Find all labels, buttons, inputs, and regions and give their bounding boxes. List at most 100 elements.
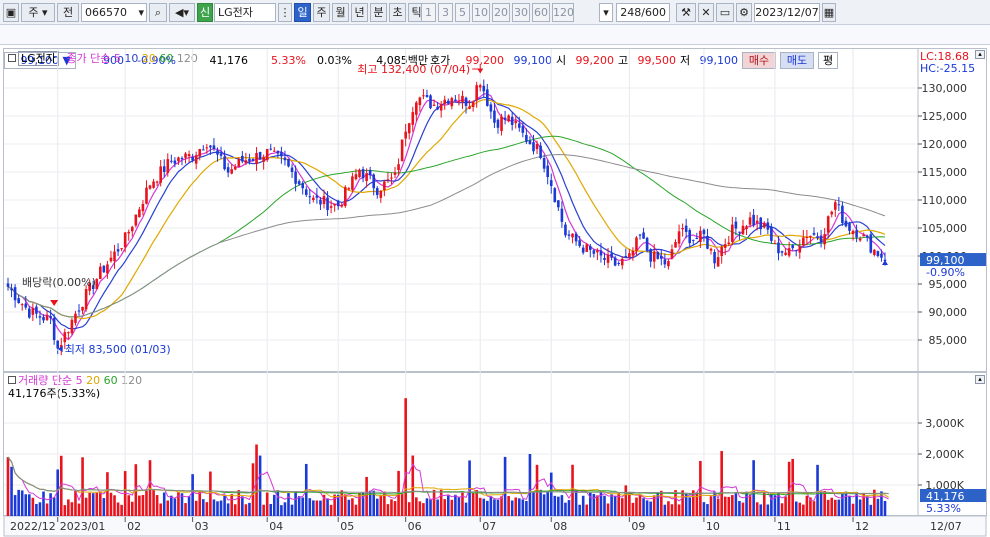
volume-bar [280,505,283,516]
candle-body [251,159,255,161]
candle-body [798,245,802,253]
candle-body [333,203,336,206]
candle-body [873,249,876,255]
volume-bar [592,493,596,516]
axis-labels: 85,00090,00095,000100,000105,000110,0001… [10,82,967,533]
candle-body [464,97,468,106]
volume-bar [354,504,358,516]
candle-body [216,150,219,155]
candle-body [386,179,390,181]
volume-bar [709,496,713,516]
volume-bar [418,501,422,516]
candle-body [258,151,262,160]
candle-body [532,142,535,152]
volume-bar [116,502,120,516]
volume-bar [514,497,518,516]
volume-bar [762,492,766,516]
candle-body [642,232,645,239]
volume-bar [425,498,429,516]
volume-bar [816,464,819,516]
volume-bar [851,503,855,516]
volume-bar [610,494,613,516]
volume-bar [581,495,585,516]
volume-bar [446,495,450,516]
candle-body [691,239,695,241]
volume-bar [162,492,166,516]
price-tick-label: 120,000 [922,138,968,151]
candle-body [535,144,539,150]
candle-body [74,313,77,323]
volume-bar [585,504,589,516]
candle-body [503,117,507,120]
volume-bar [471,493,475,516]
volume-ma-lines [7,456,889,502]
volume-bar [209,471,212,516]
volume-bar [301,497,305,516]
candle-body [762,222,766,228]
candle-body [170,160,173,162]
candle-body [205,147,209,149]
candle-body [436,106,439,110]
candle-body [631,250,635,256]
volume-bar [450,499,454,516]
candle-body [507,115,510,122]
price-tick-label: 90,000 [929,306,968,319]
candle-body [571,233,574,238]
volume-bar [216,501,219,516]
candle-body [162,166,166,172]
volume-bar [6,457,10,516]
volume-bar [738,500,741,516]
candle-body [361,169,365,179]
candle-body [773,243,777,245]
volume-bar [106,472,109,516]
volume-bar [702,502,706,516]
volume-bar [31,497,35,516]
volume-bar [819,492,823,516]
volume-bar [493,499,496,516]
volume-bar [265,492,269,516]
candle-body [787,248,791,256]
candle-body [67,332,70,334]
volume-bar [91,493,95,516]
candle-body [113,251,116,262]
volume-bar [741,502,745,516]
candle-body [752,214,755,226]
date-tick-label: 11 [777,520,791,533]
volume-bar [365,476,368,516]
candle-body [272,150,276,152]
candle-body [255,152,258,165]
candle-body [446,100,450,104]
candle-body [106,264,109,274]
volume-bar [67,499,70,516]
candle-body [876,251,880,256]
candle-body [741,225,745,235]
volume-bar [386,504,390,516]
candle-body [489,104,493,112]
volume-bar [542,494,546,516]
volume-bar [223,495,226,516]
candle-body [368,170,372,176]
volume-bar [17,489,20,516]
volume-bar [198,491,202,516]
stock-chart[interactable]: 85,00090,00095,000100,000105,000110,0001… [0,0,990,537]
candle-body [844,220,848,227]
volume-bar [308,498,312,516]
candle-body [826,216,830,233]
volume-bar [333,494,336,516]
candle-body [439,104,443,111]
volume-bar [422,503,425,516]
volume-tick-label: 2,000K [925,448,964,461]
annotations: 99,100-0.90%41,1765.33%최고 132,400 (07/04… [22,63,986,515]
candle-body [99,266,102,280]
volume-bar [38,502,42,516]
candle-body [599,250,603,256]
candle-body [322,196,326,205]
candle-body [294,171,297,184]
candle-body [145,187,148,204]
candle-body [120,248,123,250]
volume-ma-line-120 [7,456,889,495]
volume-bar [219,500,223,516]
volume-bar [130,501,134,516]
candle-body [578,240,581,246]
candle-body [702,229,706,235]
